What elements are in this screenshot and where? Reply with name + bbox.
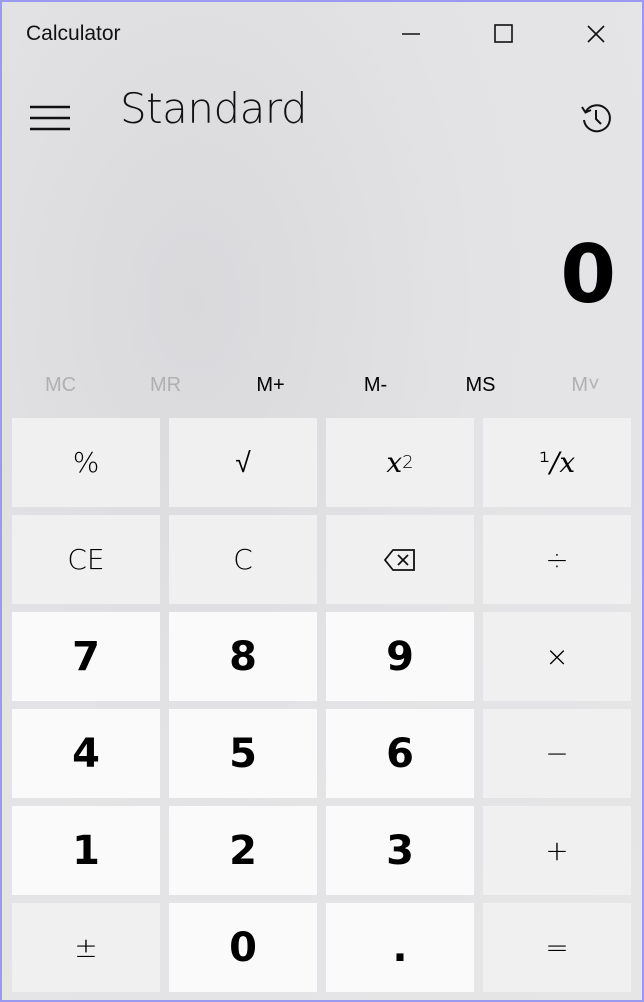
digit-8-button[interactable]: 8 — [169, 612, 317, 701]
digit-9-button[interactable]: 9 — [326, 612, 474, 701]
digit-0-label: 0 — [229, 924, 257, 971]
digit-7-label: 7 — [72, 633, 100, 680]
app-title: Calculator — [26, 22, 121, 45]
navigation-menu-button[interactable] — [24, 92, 76, 144]
square-base-label: x — [386, 446, 403, 479]
digit-8-label: 8 — [229, 633, 257, 680]
digit-3-label: 3 — [386, 827, 414, 874]
memory-list-button[interactable]: M˅ — [533, 362, 638, 408]
digit-9-label: 9 — [386, 633, 414, 680]
digit-6-label: 6 — [386, 730, 414, 777]
memory-recall-button[interactable]: MR — [113, 362, 218, 408]
digit-6-button[interactable]: 6 — [326, 709, 474, 798]
minimize-button[interactable] — [388, 16, 434, 52]
close-button[interactable] — [573, 16, 619, 52]
percent-button[interactable]: % — [12, 418, 160, 507]
negate-label: ± — [74, 931, 98, 964]
square-root-label: √ — [235, 446, 251, 479]
header: Standard — [2, 72, 642, 156]
equals-button[interactable]: = — [483, 903, 631, 992]
close-icon — [587, 25, 605, 43]
digit-2-label: 2 — [229, 827, 257, 874]
multiply-button[interactable]: × — [483, 612, 631, 701]
percent-label: % — [72, 446, 100, 479]
digit-4-label: 4 — [72, 730, 100, 777]
history-icon — [581, 104, 611, 133]
history-button[interactable] — [572, 94, 620, 142]
digit-1-button[interactable]: 1 — [12, 806, 160, 895]
negate-button[interactable]: ± — [12, 903, 160, 992]
reciprocal-button[interactable]: ¹/x — [483, 418, 631, 507]
digit-7-button[interactable]: 7 — [12, 612, 160, 701]
digit-2-button[interactable]: 2 — [169, 806, 317, 895]
add-button[interactable]: + — [483, 806, 631, 895]
maximize-button[interactable] — [481, 16, 527, 52]
result-display: 0 — [560, 228, 616, 321]
memory-store-button[interactable]: MS — [428, 362, 533, 408]
minimize-icon — [402, 33, 420, 35]
memory-add-button[interactable]: M+ — [218, 362, 323, 408]
maximize-icon — [494, 24, 513, 43]
mode-title: Standard — [120, 84, 308, 133]
digit-0-button[interactable]: 0 — [169, 903, 317, 992]
memory-subtract-button[interactable]: M- — [323, 362, 428, 408]
digit-5-button[interactable]: 5 — [169, 709, 317, 798]
subtract-label: − — [545, 737, 569, 770]
digit-1-label: 1 — [72, 827, 100, 874]
square-button[interactable]: x2 — [326, 418, 474, 507]
subtract-button[interactable]: − — [483, 709, 631, 798]
multiply-label: × — [545, 640, 569, 673]
clear-entry-label: CE — [67, 543, 105, 576]
digit-3-button[interactable]: 3 — [326, 806, 474, 895]
equals-label: = — [545, 931, 569, 964]
digit-5-label: 5 — [229, 730, 257, 777]
clear-button[interactable]: C — [169, 515, 317, 604]
memory-row: MC MR M+ M- MS M˅ — [8, 362, 638, 408]
clear-entry-button[interactable]: CE — [12, 515, 160, 604]
reciprocal-numerator-label: ¹ — [538, 446, 550, 479]
title-bar: Calculator — [2, 2, 642, 66]
decimal-button[interactable]: . — [326, 903, 474, 992]
decimal-label: . — [392, 924, 408, 971]
digit-4-button[interactable]: 4 — [12, 709, 160, 798]
memory-clear-button[interactable]: MC — [8, 362, 113, 408]
clear-label: C — [233, 543, 253, 576]
add-label: + — [545, 834, 569, 867]
backspace-icon — [383, 548, 415, 571]
reciprocal-denominator-label: /x — [550, 446, 576, 479]
backspace-button[interactable] — [326, 515, 474, 604]
hamburger-icon — [30, 105, 70, 131]
calculator-window: Calculator Standard 0 MC MR M+ M- MS M˅ … — [0, 0, 644, 1002]
square-exponent-label: 2 — [402, 452, 414, 473]
square-root-button[interactable]: √ — [169, 418, 317, 507]
divide-button[interactable]: ÷ — [483, 515, 631, 604]
divide-label: ÷ — [545, 543, 569, 576]
